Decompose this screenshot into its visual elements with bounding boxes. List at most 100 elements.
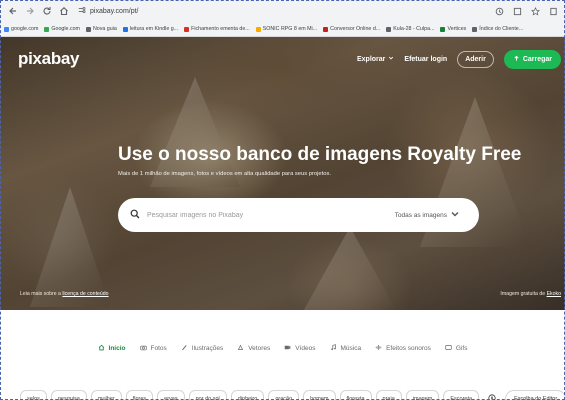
favicon-icon — [44, 26, 50, 32]
license-link[interactable]: licença de conteúdo — [62, 291, 108, 297]
share-icon[interactable] — [512, 6, 523, 17]
tab-label: Música — [340, 344, 362, 352]
tag-chip[interactable]: pesquisa — [50, 390, 87, 400]
gif-icon — [445, 344, 452, 353]
tab-vector[interactable]: Vetores — [237, 344, 270, 353]
history-icon[interactable] — [494, 6, 505, 17]
forward-icon[interactable] — [23, 4, 36, 18]
tab-label: Vetores — [248, 344, 271, 352]
favicon-icon — [4, 26, 9, 32]
explore-label: Explorar — [357, 55, 386, 63]
tag-chip[interactable]: floresta — [339, 390, 372, 400]
tag-chips: selos pesquisa mulher flores ervas por do sol… — [20, 388, 565, 400]
bookmark-item[interactable]: Conversor Online d... — [323, 26, 380, 32]
favicon-icon — [184, 26, 190, 32]
browser-toolbar: pixabay.com/pt/ — [0, 0, 565, 22]
tab-brush[interactable]: Ilustrações — [181, 344, 223, 353]
tag-chip[interactable]: imagem — [405, 390, 440, 400]
favicon-icon — [386, 26, 392, 32]
editor-choice-button[interactable]: Escolha do Editor — [505, 390, 565, 400]
upload-button[interactable]: Carregar — [503, 49, 561, 69]
compass-icon[interactable] — [488, 394, 496, 400]
bookmark-item[interactable]: Nova guia — [85, 26, 117, 32]
bookmark-label: Vertices — [447, 26, 467, 32]
credit-author-link[interactable]: Ekoko — [547, 291, 561, 297]
brush-icon — [181, 344, 188, 353]
explore-menu[interactable]: Explorar — [357, 55, 394, 63]
media-type-label: Todas as imagens — [394, 211, 447, 219]
bookmark-label: SONIC RPG 8 em Mi... — [262, 26, 318, 32]
header-actions: Explorar Efetuar login Aderir Carregar — [357, 49, 561, 69]
tab-label: Gifs — [455, 344, 468, 352]
bookmark-item[interactable]: leitura em Kindle g... — [122, 26, 179, 32]
bookmark-item[interactable]: Kula-28 - Culpa... — [386, 26, 434, 32]
bookmark-label: Google.com — [51, 26, 80, 32]
tag-chip[interactable]: por do sol — [188, 390, 227, 400]
bookmark-label: Fichamento ementa de... — [191, 26, 250, 32]
favicon-icon — [323, 26, 329, 32]
media-type-select[interactable]: Todas as imagens — [395, 209, 467, 221]
chevron-down-icon — [450, 209, 467, 221]
join-button[interactable]: Aderir — [457, 50, 494, 68]
bookmarks-bar: google.com Google.com Nova guia leitura em … — [0, 22, 565, 37]
music-icon — [330, 343, 337, 353]
tag-chip[interactable]: praia — [375, 390, 402, 400]
tab-camera[interactable]: Fotos — [139, 344, 167, 353]
bookmark-label: Conversor Online d... — [330, 26, 381, 32]
address-bar[interactable]: pixabay.com/pt/ — [78, 4, 494, 18]
tab-label: Efeitos sonoros — [386, 344, 431, 352]
camera-icon — [139, 344, 147, 353]
bookmark-item[interactable]: Google.com — [44, 26, 80, 32]
hero-title: Use o nosso banco de imagens Royalty Fre… — [118, 144, 522, 165]
tab-sound-wave[interactable]: Efeitos sonoros — [375, 344, 431, 353]
tab-music[interactable]: Música — [330, 343, 362, 353]
reload-icon[interactable] — [40, 4, 53, 18]
star-icon[interactable] — [530, 6, 541, 17]
tab-label: Início — [108, 344, 126, 352]
hero-banner: pixabay Explorar Efetuar login Aderir Ca… — [0, 37, 565, 310]
search-icon[interactable] — [130, 206, 147, 224]
tag-chip[interactable]: dinheiro — [230, 390, 265, 400]
tag-chip[interactable]: mulher — [90, 390, 122, 400]
search-input[interactable] — [147, 211, 395, 219]
login-link[interactable]: Efetuar login — [404, 56, 447, 63]
upload-icon — [513, 55, 520, 64]
sound-wave-icon — [375, 344, 382, 353]
bookmark-item[interactable]: google.com — [4, 26, 38, 32]
vector-icon — [237, 344, 244, 353]
favicon-icon — [440, 26, 446, 32]
bookmark-item[interactable]: Fichamento ementa de... — [184, 26, 250, 32]
bookmark-label: leitura em Kindle g... — [129, 26, 179, 32]
license-prefix: Leia mais sobre a — [20, 291, 61, 297]
license-note: Leia mais sobre a licença de conteúdo — [20, 291, 109, 297]
tag-chip[interactable]: homem — [303, 390, 336, 400]
home-icon — [98, 344, 105, 353]
credit-prefix: Imagem gratuita de — [500, 291, 546, 297]
search-bar: Todas as imagens — [118, 198, 479, 232]
bookmark-label: google.com — [11, 26, 39, 32]
tag-chip[interactable]: oração — [268, 390, 300, 400]
home-icon[interactable] — [57, 4, 70, 18]
tag-chip[interactable]: flores — [125, 390, 154, 400]
site-info-icon[interactable] — [78, 6, 86, 16]
bookmark-item[interactable]: Vertices — [440, 26, 466, 32]
tag-chip[interactable]: ervas — [157, 390, 185, 400]
favicon-icon — [122, 26, 128, 32]
tab-home[interactable]: Início — [98, 344, 126, 353]
chevron-down-icon — [388, 55, 394, 63]
tag-chip[interactable]: Escoreta — [443, 390, 480, 400]
toolbar-actions — [494, 6, 559, 17]
bookmark-item[interactable]: SONIC RPG 8 em Mi... — [255, 26, 318, 32]
url-text[interactable]: pixabay.com/pt/ — [90, 8, 139, 15]
upload-label: Carregar — [522, 55, 552, 63]
pixabay-logo[interactable]: pixabay — [18, 49, 80, 69]
image-credit: Imagem gratuita de Ekoko — [500, 291, 561, 297]
tab-video[interactable]: Vídeos — [284, 344, 316, 353]
tab-label: Fotos — [150, 344, 167, 352]
bookmark-label: Nova guia — [92, 26, 117, 32]
tag-chip[interactable]: selos — [20, 390, 47, 400]
tab-gif[interactable]: Gifs — [445, 344, 468, 353]
bookmark-item[interactable]: Índice do Cliente... — [472, 26, 523, 32]
extensions-icon[interactable] — [548, 6, 559, 17]
back-icon[interactable] — [6, 4, 19, 18]
